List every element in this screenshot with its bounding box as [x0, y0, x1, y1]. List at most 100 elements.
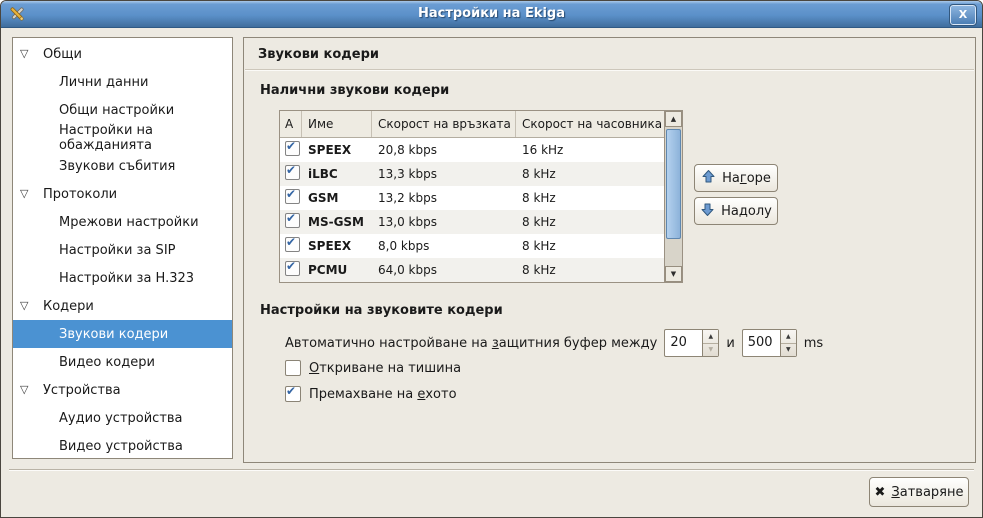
sidebar-item[interactable]: Лични данни	[13, 68, 232, 96]
codec-table-header: A Име Скорост на връзката Скорост на час…	[280, 111, 682, 138]
and-label: и	[726, 336, 734, 351]
buffer-min-input[interactable]: 20	[665, 330, 702, 356]
codec-enabled-checkbox[interactable]: ✔	[285, 261, 300, 276]
main-panel: Звукови кодери Налични звукови кодери A …	[243, 37, 976, 463]
sidebar-tree[interactable]: ▽ОбщиЛични данниОбщи настройкиНастройки …	[12, 37, 233, 459]
codec-name: SPEEX	[302, 143, 372, 157]
column-header-active[interactable]: A	[280, 111, 302, 137]
echo-checkbox[interactable]: ✔	[285, 386, 301, 402]
buffer-max-spinner[interactable]: 500 ▲ ▼	[742, 329, 797, 357]
move-up-label: Нагоре	[722, 171, 771, 186]
codec-table-body: ✔SPEEX20,8 kbps16 kHz✔iLBC13,3 kbps8 kHz…	[280, 138, 664, 282]
codec-row[interactable]: ✔MS-GSM13,0 kbps8 kHz	[280, 210, 664, 234]
codec-clock: 16 kHz	[516, 143, 664, 157]
sidebar-item-label: Видео устройства	[59, 439, 183, 454]
sidebar-item[interactable]: ▽ Общи	[13, 40, 232, 68]
sidebar-item-label: Звукови кодери	[59, 327, 168, 342]
sidebar-item[interactable]: Настройки на обажданията	[13, 124, 232, 152]
echo-label: Премахване на ехото	[309, 387, 457, 402]
buffer-min-spinner[interactable]: 20 ▲ ▼	[664, 329, 719, 357]
expander-icon[interactable]: ▽	[20, 299, 28, 312]
codec-clock: 8 kHz	[516, 263, 664, 277]
spin-up-icon[interactable]: ▲	[781, 330, 796, 343]
sidebar-item-label: Кодери	[43, 299, 94, 314]
sidebar-item-label: Аудио устройства	[59, 411, 183, 426]
sidebar-item-label: Мрежови настройки	[59, 215, 199, 230]
sidebar-item[interactable]: Настройки за SIP	[13, 236, 232, 264]
expander-icon[interactable]: ▽	[20, 47, 28, 60]
silence-checkbox[interactable]: ✔	[285, 360, 301, 376]
move-up-button[interactable]: Нагоре	[694, 164, 778, 192]
table-scrollbar[interactable]: ▲ ▼	[664, 111, 682, 282]
window-title: Настройки на Ekiga	[1, 1, 982, 27]
sidebar-item[interactable]: Видео кодери	[13, 348, 232, 376]
codec-settings-heading: Настройки на звуковите кодери	[260, 303, 503, 318]
sidebar-item-label: Общи	[43, 47, 82, 62]
expander-icon[interactable]: ▽	[20, 187, 28, 200]
jitter-buffer-row: Автоматично настройване на защитния буфе…	[285, 329, 823, 357]
silence-option-row: ✔ Откриване на тишина	[285, 360, 461, 376]
preferences-window: Настройки на Ekiga X ▽ Общи Лични данни Общ…	[0, 0, 983, 518]
codec-clock: 8 kHz	[516, 239, 664, 253]
codec-name: PCMU	[302, 263, 372, 277]
spin-up-icon[interactable]: ▲	[703, 330, 718, 343]
codec-clock: 8 kHz	[516, 167, 664, 181]
scrollbar-down-icon[interactable]: ▼	[665, 266, 682, 282]
codec-enabled-checkbox[interactable]: ✔	[285, 189, 300, 204]
codec-clock: 8 kHz	[516, 215, 664, 229]
jitter-buffer-label: Автоматично настройване на защитния буфе…	[285, 336, 657, 351]
available-codecs-heading: Налични звукови кодери	[260, 83, 449, 98]
column-header-bitrate[interactable]: Скорост на връзката	[372, 111, 516, 137]
codec-name: SPEEX	[302, 239, 372, 253]
echo-option-row: ✔ Премахване на ехото	[285, 386, 457, 402]
codec-enabled-checkbox[interactable]: ✔	[285, 213, 300, 228]
scrollbar-up-icon[interactable]: ▲	[665, 111, 682, 127]
codec-row[interactable]: ✔SPEEX20,8 kbps16 kHz	[280, 138, 664, 162]
arrow-down-icon	[700, 202, 715, 221]
sidebar-item[interactable]: ▽ Устройства	[13, 376, 232, 404]
codec-row[interactable]: ✔GSM13,2 kbps8 kHz	[280, 186, 664, 210]
silence-label: Откриване на тишина	[309, 361, 461, 376]
codec-enabled-checkbox[interactable]: ✔	[285, 141, 300, 156]
sidebar-item[interactable]: Звукови събития	[13, 152, 232, 180]
sidebar-item-label: Устройства	[43, 383, 121, 398]
scrollbar-thumb[interactable]	[666, 129, 681, 239]
close-button[interactable]: ✖ Затваряне	[869, 477, 969, 507]
codec-enabled-checkbox[interactable]: ✔	[285, 237, 300, 252]
column-header-clock[interactable]: Скорост на часовника	[516, 111, 664, 137]
spin-down-icon[interactable]: ▼	[781, 343, 796, 357]
sidebar-item-label: Звукови събития	[59, 159, 175, 174]
sidebar-item[interactable]: Аудио устройства	[13, 404, 232, 432]
sidebar-item-label: Настройки на обажданията	[59, 123, 232, 153]
codec-row[interactable]: ✔SPEEX8,0 kbps8 kHz	[280, 234, 664, 258]
codec-table: A Име Скорост на връзката Скорост на час…	[279, 110, 683, 283]
buffer-max-input[interactable]: 500	[743, 330, 780, 356]
codec-clock: 8 kHz	[516, 191, 664, 205]
codec-bitrate: 13,0 kbps	[372, 215, 516, 229]
codec-row[interactable]: ✔PCMU64,0 kbps8 kHz	[280, 258, 664, 282]
move-down-button[interactable]: Надолу	[694, 197, 778, 225]
codec-enabled-checkbox[interactable]: ✔	[285, 165, 300, 180]
title-separator	[245, 69, 974, 71]
close-x-icon: ✖	[875, 485, 886, 500]
sidebar-item-label: Настройки за SIP	[59, 243, 176, 258]
sidebar-item[interactable]: Общи настройки	[13, 96, 232, 124]
sidebar-item[interactable]: ▽ Протоколи	[13, 180, 232, 208]
codec-bitrate: 20,8 kbps	[372, 143, 516, 157]
spin-down-icon[interactable]: ▼	[703, 343, 718, 357]
expander-icon[interactable]: ▽	[20, 383, 28, 396]
sidebar-item-label: Лични данни	[59, 75, 148, 90]
sidebar-item[interactable]: Звукови кодери	[13, 320, 232, 348]
sidebar-item[interactable]: Видео устройства	[13, 432, 232, 459]
column-header-name[interactable]: Име	[302, 111, 372, 137]
sidebar-item-label: Настройки за H.323	[59, 271, 194, 286]
sidebar-item-label: Протоколи	[43, 187, 117, 202]
titlebar[interactable]: Настройки на Ekiga X	[1, 1, 982, 28]
page-title: Звукови кодери	[258, 47, 379, 62]
sidebar-item[interactable]: ▽ Кодери	[13, 292, 232, 320]
codec-name: iLBC	[302, 167, 372, 181]
window-close-button[interactable]: X	[950, 5, 976, 25]
sidebar-item[interactable]: Настройки за H.323	[13, 264, 232, 292]
codec-row[interactable]: ✔iLBC13,3 kbps8 kHz	[280, 162, 664, 186]
sidebar-item[interactable]: Мрежови настройки	[13, 208, 232, 236]
